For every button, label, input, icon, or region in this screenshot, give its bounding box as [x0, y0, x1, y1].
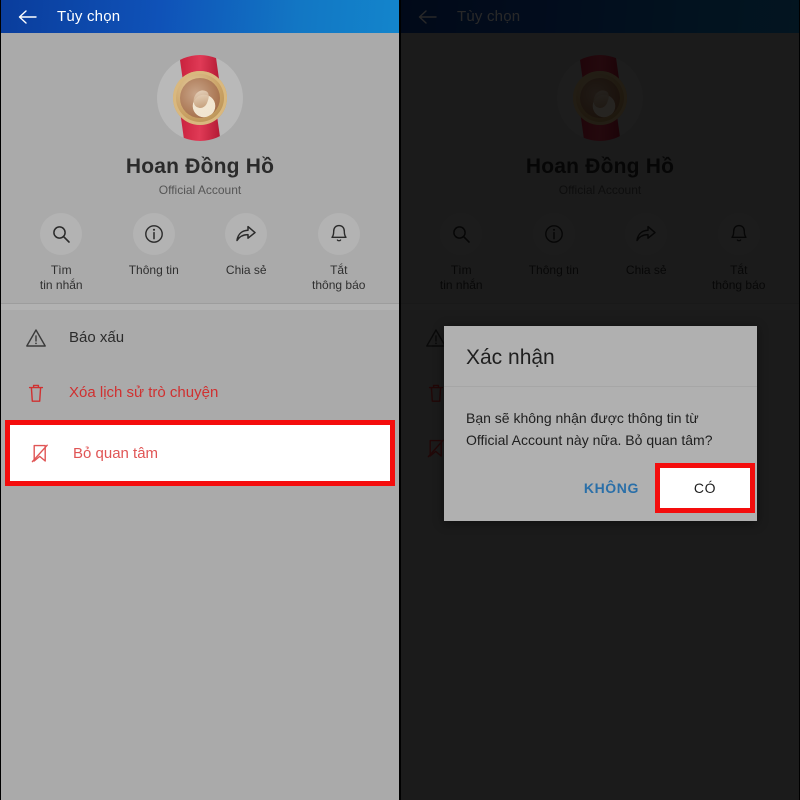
menu-item-label: Báo xấu [69, 329, 125, 346]
dialog-title: Xác nhận [444, 326, 757, 387]
search-icon [40, 213, 83, 255]
action-label: Thông tin [128, 263, 179, 277]
action-search-messages[interactable]: Tìm tin nhắn [19, 213, 103, 293]
highlight-box-unfollow[interactable]: Bỏ quan tâm [5, 420, 395, 486]
action-share[interactable]: Chia sẻ [604, 213, 688, 293]
section-divider [1, 303, 399, 310]
action-label: Tắt thông báo [712, 263, 766, 292]
action-mute-notifications[interactable]: Tắt thông báo [697, 213, 781, 293]
bookmark-slash-icon [27, 440, 53, 466]
action-label: Thông tin [528, 263, 579, 277]
info-icon [532, 213, 575, 255]
action-info[interactable]: Thông tin [112, 213, 196, 293]
confirm-button[interactable]: CÓ [655, 463, 755, 513]
action-search-messages[interactable]: Tìm tin nhắn [419, 213, 503, 293]
share-icon [625, 213, 668, 255]
cancel-button[interactable]: KHÔNG [578, 472, 645, 504]
bell-icon [317, 213, 360, 255]
confirm-button-label: CÓ [693, 480, 717, 496]
panel-confirm-dialog-screen: Tùy chọn Hoan Đồng Hồ Official Account T… [401, 0, 799, 800]
app-header: Tùy chọn [1, 0, 399, 33]
section-divider [401, 303, 799, 310]
share-icon [225, 213, 268, 255]
watch-case [573, 71, 627, 125]
watch-face [180, 78, 220, 118]
profile-subtitle: Official Account [558, 183, 642, 197]
menu-item-label: Bỏ quan tâm [73, 444, 159, 462]
back-arrow-icon[interactable] [17, 9, 37, 25]
app-header: Tùy chọn [401, 0, 799, 33]
action-info[interactable]: Thông tin [512, 213, 596, 293]
menu-item-report[interactable]: Báo xấu [1, 310, 399, 365]
action-label: Chia sẻ [625, 263, 667, 277]
page-title: Tùy chọn [57, 8, 121, 25]
options-screen: Tùy chọn Hoan Đồng Hồ Official Account T… [1, 0, 399, 800]
watch-face [580, 78, 620, 118]
action-label: Chia sẻ [225, 263, 267, 277]
profile-block: Hoan Đồng Hồ Official Account [1, 33, 399, 197]
back-arrow-icon[interactable] [417, 9, 437, 25]
search-icon [440, 213, 483, 255]
profile-subtitle: Official Account [158, 183, 242, 197]
profile-name: Hoan Đồng Hồ [125, 155, 275, 178]
options-menu-list: Báo xấu Xóa lịch sử trò chuyện Bỏ quan t… [1, 310, 399, 486]
action-label: Tìm tin nhắn [39, 263, 83, 292]
dialog-message: Bạn sẽ không nhận được thông tin từ Offi… [466, 410, 713, 448]
quick-actions-row: Tìm tin nhắn Thông tin Chia sẻ Tắt thông… [401, 197, 799, 303]
options-screen-dimmed: Tùy chọn Hoan Đồng Hồ Official Account T… [401, 0, 799, 800]
action-label: Tìm tin nhắn [439, 263, 483, 292]
action-share[interactable]: Chia sẻ [204, 213, 288, 293]
bell-icon [717, 213, 760, 255]
quick-actions-row: Tìm tin nhắn Thông tin Chia sẻ Tắt thông… [1, 197, 399, 303]
watch-face-detail [191, 88, 211, 110]
menu-item-delete-history[interactable]: Xóa lịch sử trò chuyện [1, 365, 399, 420]
avatar [557, 55, 643, 141]
trash-icon [23, 380, 49, 406]
dialog-actions: KHÔNG CÓ [444, 459, 757, 521]
watch-case [173, 71, 227, 125]
action-mute-notifications[interactable]: Tắt thông báo [297, 213, 381, 293]
menu-item-unfollow[interactable]: Bỏ quan tâm [1, 420, 399, 486]
confirm-dialog: Xác nhận Bạn sẽ không nhận được thông ti… [444, 326, 757, 521]
profile-name: Hoan Đồng Hồ [525, 155, 675, 178]
profile-block: Hoan Đồng Hồ Official Account [401, 33, 799, 197]
page-title: Tùy chọn [457, 8, 521, 25]
avatar [157, 55, 243, 141]
panel-options-screen: Tùy chọn Hoan Đồng Hồ Official Account T… [1, 0, 399, 800]
menu-item-label: Xóa lịch sử trò chuyện [69, 384, 219, 401]
screenshot-stage: Tùy chọn Hoan Đồng Hồ Official Account T… [0, 0, 800, 800]
warning-triangle-icon [23, 325, 49, 351]
info-icon [132, 213, 175, 255]
action-label: Tắt thông báo [312, 263, 366, 292]
watch-face-detail [591, 88, 611, 110]
